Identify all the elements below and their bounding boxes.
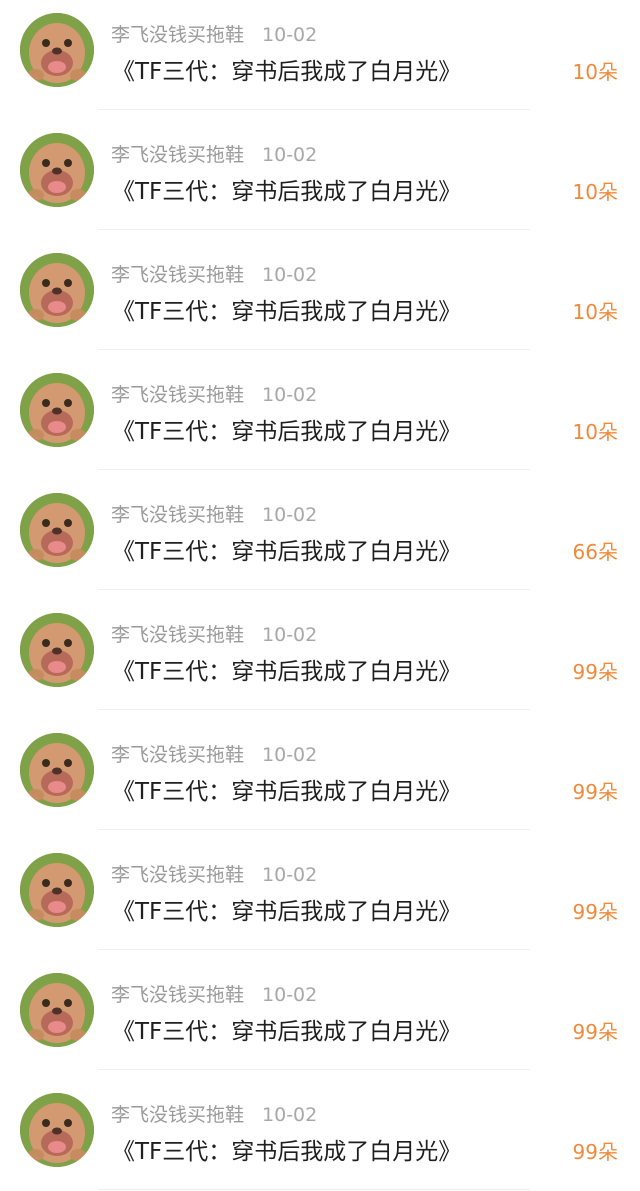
username[interactable]: 李飞没钱买拖鞋 [111,624,244,646]
flower-count: 99朵 [572,780,618,804]
cartoon-bear-avatar-icon [20,253,94,327]
timestamp: 10-02 [262,504,318,526]
avatar[interactable] [20,1093,94,1167]
divider [98,1189,530,1190]
flower-count: 10朵 [572,60,618,84]
divider [98,709,530,710]
flower-count: 10朵 [572,300,618,324]
list-item[interactable]: 李飞没钱买拖鞋 10-02 《TF三代：穿书后我成了白月光》 10朵 [0,360,640,480]
list-item[interactable]: 李飞没钱买拖鞋 10-02 《TF三代：穿书后我成了白月光》 99朵 [0,840,640,960]
list-item[interactable]: 李飞没钱买拖鞋 10-02 《TF三代：穿书后我成了白月光》 10朵 [0,120,640,240]
cartoon-bear-avatar-icon [20,973,94,1047]
divider [98,229,530,230]
divider [98,109,530,110]
item-meta: 李飞没钱买拖鞋 10-02 [111,22,317,48]
flower-count: 99朵 [572,660,618,684]
flower-count: 10朵 [572,180,618,204]
timestamp: 10-02 [262,1104,318,1126]
timestamp: 10-02 [262,864,318,886]
divider [98,349,530,350]
username[interactable]: 李飞没钱买拖鞋 [111,744,244,766]
avatar[interactable] [20,853,94,927]
username[interactable]: 李飞没钱买拖鞋 [111,864,244,886]
list-item[interactable]: 李飞没钱买拖鞋 10-02 《TF三代：穿书后我成了白月光》 99朵 [0,720,640,840]
username[interactable]: 李飞没钱买拖鞋 [111,264,244,286]
divider [98,1069,530,1070]
username[interactable]: 李飞没钱买拖鞋 [111,24,244,46]
book-title[interactable]: 《TF三代：穿书后我成了白月光》 [112,655,461,689]
list-item[interactable]: 李飞没钱买拖鞋 10-02 《TF三代：穿书后我成了白月光》 10朵 [0,240,640,360]
divider [98,589,530,590]
timestamp: 10-02 [262,984,318,1006]
timestamp: 10-02 [262,384,318,406]
book-title[interactable]: 《TF三代：穿书后我成了白月光》 [112,1135,461,1169]
avatar[interactable] [20,253,94,327]
flower-count: 99朵 [572,1020,618,1044]
book-title[interactable]: 《TF三代：穿书后我成了白月光》 [112,775,461,809]
book-title[interactable]: 《TF三代：穿书后我成了白月光》 [112,895,461,929]
item-meta: 李飞没钱买拖鞋 10-02 [111,502,317,528]
list-item[interactable]: 李飞没钱买拖鞋 10-02 《TF三代：穿书后我成了白月光》 99朵 [0,600,640,720]
divider [98,469,530,470]
username[interactable]: 李飞没钱买拖鞋 [111,384,244,406]
list-item[interactable]: 李飞没钱买拖鞋 10-02 《TF三代：穿书后我成了白月光》 66朵 [0,480,640,600]
list-item[interactable]: 李飞没钱买拖鞋 10-02 《TF三代：穿书后我成了白月光》 99朵 [0,1080,640,1191]
avatar[interactable] [20,13,94,87]
flower-count: 99朵 [572,900,618,924]
avatar[interactable] [20,373,94,447]
cartoon-bear-avatar-icon [20,613,94,687]
book-title[interactable]: 《TF三代：穿书后我成了白月光》 [112,535,461,569]
item-meta: 李飞没钱买拖鞋 10-02 [111,862,317,888]
list-item[interactable]: 李飞没钱买拖鞋 10-02 《TF三代：穿书后我成了白月光》 10朵 [0,0,640,120]
cartoon-bear-avatar-icon [20,373,94,447]
username[interactable]: 李飞没钱买拖鞋 [111,984,244,1006]
list-item[interactable]: 李飞没钱买拖鞋 10-02 《TF三代：穿书后我成了白月光》 99朵 [0,960,640,1080]
cartoon-bear-avatar-icon [20,853,94,927]
avatar[interactable] [20,733,94,807]
item-meta: 李飞没钱买拖鞋 10-02 [111,142,317,168]
divider [98,949,530,950]
timestamp: 10-02 [262,24,318,46]
divider [98,829,530,830]
avatar[interactable] [20,493,94,567]
item-meta: 李飞没钱买拖鞋 10-02 [111,382,317,408]
item-meta: 李飞没钱买拖鞋 10-02 [111,262,317,288]
item-meta: 李飞没钱买拖鞋 10-02 [111,982,317,1008]
avatar[interactable] [20,133,94,207]
username[interactable]: 李飞没钱买拖鞋 [111,1104,244,1126]
book-title[interactable]: 《TF三代：穿书后我成了白月光》 [112,55,461,89]
timestamp: 10-02 [262,264,318,286]
book-title[interactable]: 《TF三代：穿书后我成了白月光》 [112,295,461,329]
flower-count: 10朵 [572,420,618,444]
timestamp: 10-02 [262,144,318,166]
cartoon-bear-avatar-icon [20,13,94,87]
cartoon-bear-avatar-icon [20,1093,94,1167]
timestamp: 10-02 [262,744,318,766]
username[interactable]: 李飞没钱买拖鞋 [111,144,244,166]
gift-record-list: 李飞没钱买拖鞋 10-02 《TF三代：穿书后我成了白月光》 10朵 李飞没钱买拖… [0,0,640,1191]
item-meta: 李飞没钱买拖鞋 10-02 [111,622,317,648]
book-title[interactable]: 《TF三代：穿书后我成了白月光》 [112,175,461,209]
flower-count: 66朵 [572,540,618,564]
cartoon-bear-avatar-icon [20,733,94,807]
item-meta: 李飞没钱买拖鞋 10-02 [111,1102,317,1128]
cartoon-bear-avatar-icon [20,493,94,567]
book-title[interactable]: 《TF三代：穿书后我成了白月光》 [112,415,461,449]
item-meta: 李飞没钱买拖鞋 10-02 [111,742,317,768]
avatar[interactable] [20,973,94,1047]
cartoon-bear-avatar-icon [20,133,94,207]
book-title[interactable]: 《TF三代：穿书后我成了白月光》 [112,1015,461,1049]
flower-count: 99朵 [572,1140,618,1164]
username[interactable]: 李飞没钱买拖鞋 [111,504,244,526]
timestamp: 10-02 [262,624,318,646]
avatar[interactable] [20,613,94,687]
